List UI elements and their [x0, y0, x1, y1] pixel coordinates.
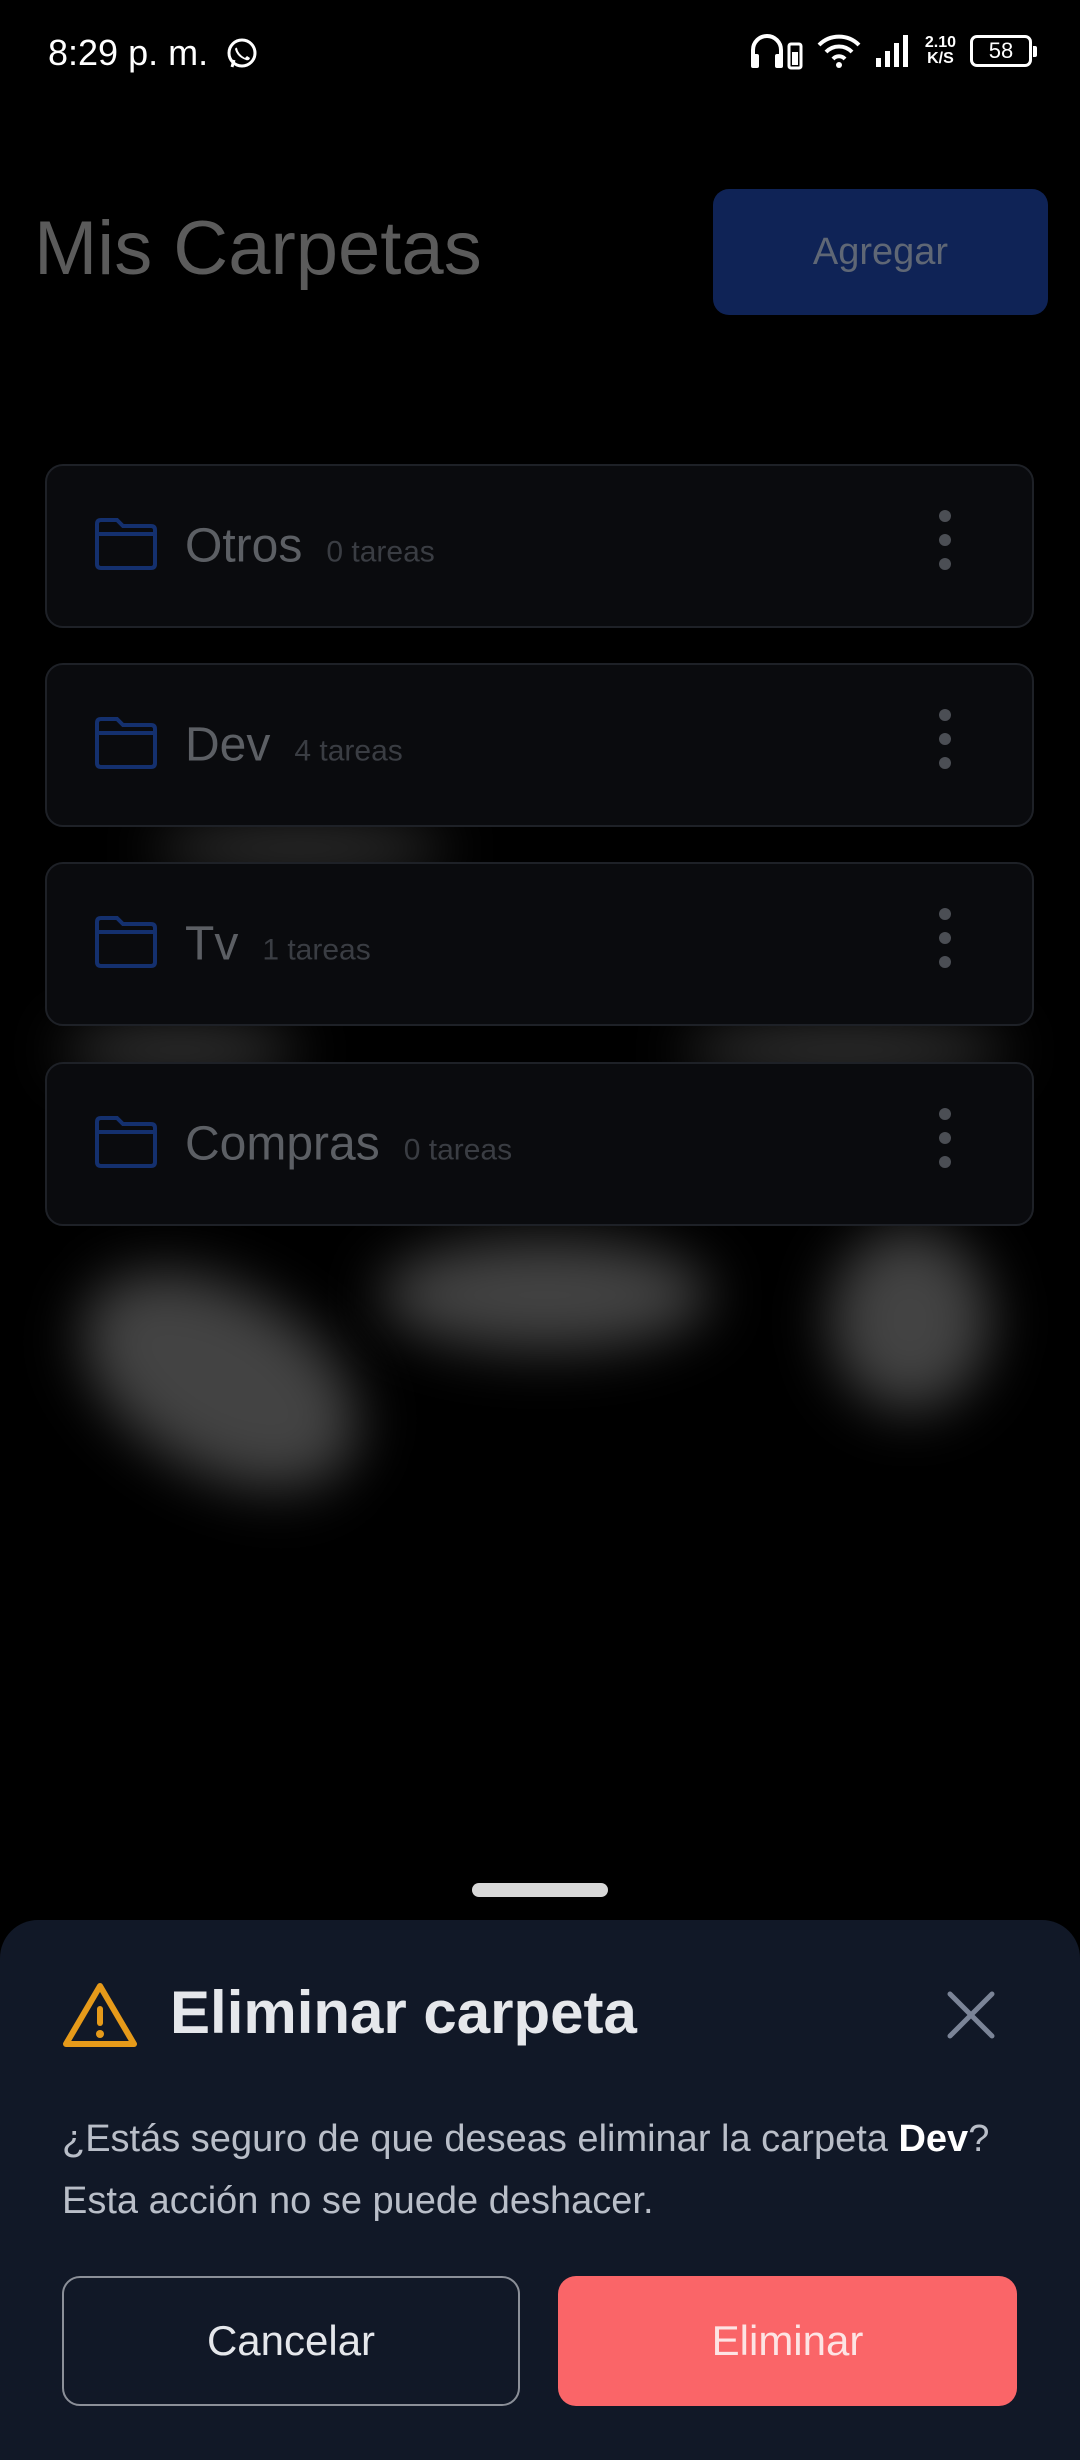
sheet-drag-handle[interactable] [472, 1883, 608, 1897]
headphones-battery-icon [750, 34, 803, 70]
folder-task-count: 4 tareas [294, 734, 403, 768]
folder-icon [95, 717, 157, 769]
folder-title: Compras 0 tareas [185, 1117, 512, 1172]
status-bar: 8:29 p. m. 2.10 K/S 58 [0, 0, 1080, 110]
folder-name: Tv [185, 917, 239, 971]
folder-card[interactable]: Dev 4 tareas [45, 663, 1034, 827]
signal-icon [875, 35, 908, 67]
wifi-icon [817, 34, 861, 68]
folder-title: Dev 4 tareas [185, 718, 403, 773]
folder-title: Tv 1 tareas [185, 917, 371, 972]
folder-name: Compras [185, 1117, 380, 1171]
add-folder-button[interactable]: Agregar [713, 189, 1048, 315]
folder-title: Otros 0 tareas [185, 519, 435, 574]
folder-icon [95, 1116, 157, 1168]
dialog-message-before: ¿Estás seguro de que deseas eliminar la … [62, 2118, 899, 2160]
dialog-title: Eliminar carpeta [170, 1979, 637, 2046]
glow [830, 1230, 990, 1410]
folder-icon [95, 916, 157, 968]
folder-card[interactable]: Otros 0 tareas [45, 464, 1034, 628]
folder-name: Dev [185, 718, 271, 772]
cancel-button[interactable]: Cancelar [62, 2276, 520, 2406]
delete-button[interactable]: Eliminar [558, 2276, 1017, 2406]
glow [45, 1227, 395, 1533]
more-options-icon[interactable] [938, 510, 952, 582]
folder-icon [95, 518, 157, 570]
status-time: 8:29 p. m. [48, 32, 209, 73]
more-options-icon[interactable] [938, 908, 952, 980]
dialog-folder-name: Dev [898, 2118, 969, 2160]
delete-folder-sheet: Eliminar carpeta ¿Estás seguro de que de… [0, 1920, 1080, 2460]
page-title: Mis Carpetas [34, 206, 482, 291]
network-speed-unit: K/S [927, 50, 954, 67]
battery-level: 58 [988, 38, 1014, 63]
folder-card[interactable]: Compras 0 tareas [45, 1062, 1034, 1226]
warning-icon [63, 1983, 137, 2047]
folder-task-count: 1 tareas [262, 933, 371, 967]
glow [150, 830, 450, 866]
battery-icon: 58 [970, 35, 1037, 67]
glow [380, 1240, 710, 1350]
dialog-message: ¿Estás seguro de que deseas eliminar la … [62, 2108, 1022, 2232]
folder-task-count: 0 tareas [403, 1133, 513, 1167]
folder-task-count: 0 tareas [326, 535, 435, 569]
close-icon[interactable] [944, 1988, 998, 2042]
more-options-icon[interactable] [938, 709, 952, 781]
whatsapp-icon [227, 38, 257, 68]
folder-card[interactable]: Tv 1 tareas [45, 862, 1034, 1026]
network-speed: 2.10 K/S [925, 35, 956, 67]
more-options-icon[interactable] [938, 1108, 952, 1180]
folder-name: Otros [185, 519, 303, 573]
network-speed-value: 2.10 [924, 34, 956, 51]
